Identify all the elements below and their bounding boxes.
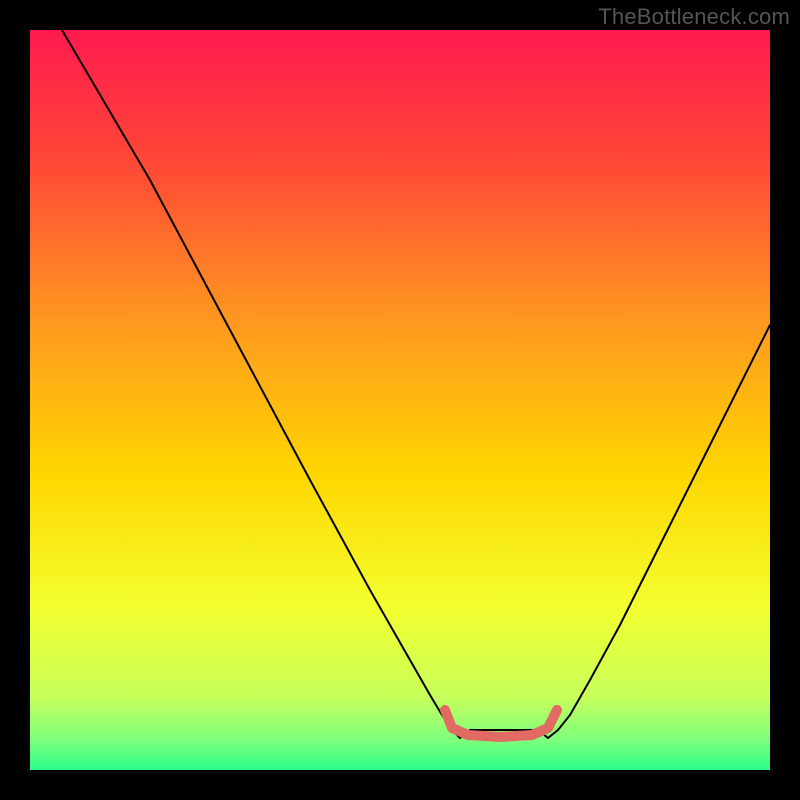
plot-background — [30, 30, 770, 770]
watermark-label: TheBottleneck.com — [598, 4, 790, 30]
chart-frame: TheBottleneck.com — [0, 0, 800, 800]
bottleneck-chart — [0, 0, 800, 800]
